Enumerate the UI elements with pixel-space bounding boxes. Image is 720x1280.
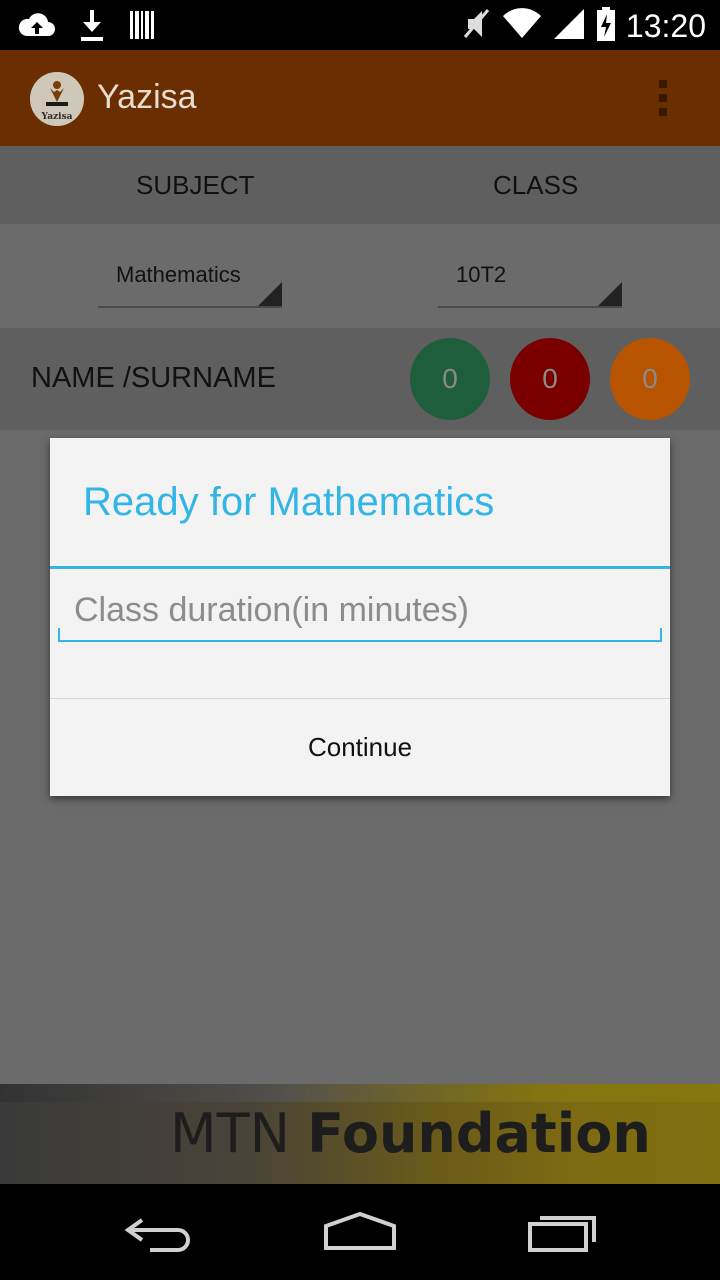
absent-counter[interactable]: 0 (510, 338, 590, 420)
sponsor-banner[interactable]: MTN Foundation (0, 1084, 720, 1184)
continue-button[interactable]: Continue (50, 699, 670, 796)
selector-row: Mathematics 10T2 (0, 224, 720, 328)
input-underline-left-tick (58, 628, 60, 642)
app-bar: Yazisa Yazisa (0, 50, 720, 146)
recents-icon[interactable] (522, 1208, 602, 1262)
tab-bar: SUBJECT CLASS (0, 146, 720, 224)
signal-icon (552, 7, 586, 45)
more-vert-icon[interactable] (656, 80, 670, 120)
tab-subject[interactable]: SUBJECT (136, 170, 254, 201)
class-duration-input[interactable] (58, 580, 662, 642)
status-bar: 13:20 (0, 0, 720, 50)
banner-stripe (0, 1084, 720, 1102)
logo-text: Yazisa (41, 112, 73, 122)
class-duration-dialog: Ready for Mathematics Continue (50, 438, 670, 796)
dialog-title-divider (50, 566, 670, 569)
mute-icon (462, 7, 492, 45)
subject-spinner[interactable]: Mathematics (98, 262, 282, 308)
subject-spinner-value: Mathematics (116, 262, 241, 287)
back-icon[interactable] (120, 1208, 200, 1262)
navigation-bar (0, 1184, 720, 1280)
dropdown-arrow-icon (598, 282, 622, 306)
barcode-icon (128, 9, 156, 45)
dropdown-arrow-icon (258, 282, 282, 306)
home-icon[interactable] (320, 1208, 400, 1262)
download-icon (78, 8, 106, 46)
banner-text-light: MTN (170, 1102, 290, 1165)
class-spinner-value: 10T2 (456, 262, 507, 287)
banner-text-bold: Foundation (307, 1102, 651, 1165)
app-title: Yazisa (97, 78, 197, 116)
name-surname-header: NAME /SURNAME (31, 362, 276, 394)
banner-text: MTN Foundation (170, 1102, 651, 1165)
tab-class[interactable]: CLASS (493, 170, 578, 201)
dialog-title: Ready for Mathematics (83, 480, 495, 524)
late-counter[interactable]: 0 (610, 338, 690, 420)
wifi-icon (502, 8, 542, 44)
input-underline-right-tick (660, 628, 662, 642)
app-logo[interactable]: Yazisa (30, 72, 84, 126)
class-spinner[interactable]: 10T2 (438, 262, 622, 308)
status-bar-notifications (18, 8, 156, 46)
cloud-upload-icon (18, 8, 56, 46)
present-counter[interactable]: 0 (410, 338, 490, 420)
battery-charging-icon (596, 6, 616, 46)
status-bar-system: 13:20 (462, 6, 706, 46)
name-header-row: NAME /SURNAME 0 0 0 (0, 328, 720, 430)
clock: 13:20 (625, 7, 706, 44)
